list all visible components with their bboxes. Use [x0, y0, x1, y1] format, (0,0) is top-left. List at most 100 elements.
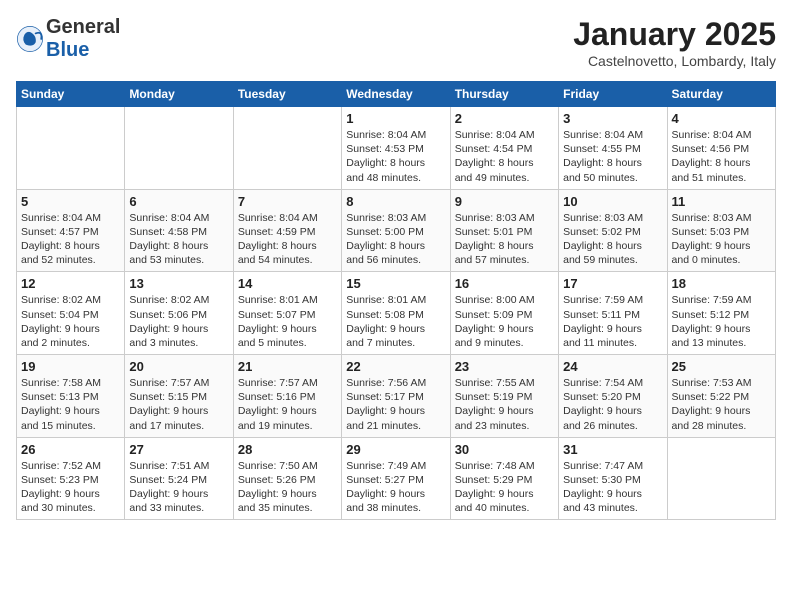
day-number: 14 — [238, 276, 337, 291]
day-number: 1 — [346, 111, 445, 126]
calendar-cell: 14 Sunrise: 8:01 AM Sunset: 5:07 PM Dayli… — [233, 272, 341, 355]
day-info: Sunrise: 7:52 AM Sunset: 5:23 PM Dayligh… — [21, 459, 120, 516]
calendar-cell — [233, 107, 341, 190]
day-info: Sunrise: 7:53 AM Sunset: 5:22 PM Dayligh… — [672, 376, 771, 433]
day-info: Sunrise: 7:55 AM Sunset: 5:19 PM Dayligh… — [455, 376, 554, 433]
day-number: 6 — [129, 194, 228, 209]
day-number: 5 — [21, 194, 120, 209]
day-info: Sunrise: 8:02 AM Sunset: 5:06 PM Dayligh… — [129, 293, 228, 350]
day-info: Sunrise: 8:03 AM Sunset: 5:02 PM Dayligh… — [563, 211, 662, 268]
day-info: Sunrise: 8:04 AM Sunset: 4:56 PM Dayligh… — [672, 128, 771, 185]
week-row-5: 26 Sunrise: 7:52 AM Sunset: 5:23 PM Dayli… — [17, 437, 776, 520]
weekday-header-row: SundayMondayTuesdayWednesdayThursdayFrid… — [17, 82, 776, 107]
day-info: Sunrise: 7:57 AM Sunset: 5:16 PM Dayligh… — [238, 376, 337, 433]
calendar-cell — [17, 107, 125, 190]
calendar-cell: 18 Sunrise: 7:59 AM Sunset: 5:12 PM Dayli… — [667, 272, 775, 355]
day-info: Sunrise: 8:04 AM Sunset: 4:54 PM Dayligh… — [455, 128, 554, 185]
day-info: Sunrise: 8:04 AM Sunset: 4:53 PM Dayligh… — [346, 128, 445, 185]
calendar-cell: 23 Sunrise: 7:55 AM Sunset: 5:19 PM Dayli… — [450, 355, 558, 438]
week-row-1: 1 Sunrise: 8:04 AM Sunset: 4:53 PM Daylig… — [17, 107, 776, 190]
logo-icon — [16, 25, 44, 53]
day-info: Sunrise: 8:03 AM Sunset: 5:03 PM Dayligh… — [672, 211, 771, 268]
calendar-cell: 25Sunrise: 7:53 AM Sunset: 5:22 PM Dayli… — [667, 355, 775, 438]
day-number: 7 — [238, 194, 337, 209]
week-row-3: 12 Sunrise: 8:02 AM Sunset: 5:04 PM Dayli… — [17, 272, 776, 355]
calendar-cell: 7Sunrise: 8:04 AM Sunset: 4:59 PM Daylig… — [233, 189, 341, 272]
day-info: Sunrise: 7:59 AM Sunset: 5:12 PM Dayligh… — [672, 293, 771, 350]
calendar-cell: 9 Sunrise: 8:03 AM Sunset: 5:01 PM Daylig… — [450, 189, 558, 272]
day-number: 12 — [21, 276, 120, 291]
day-number: 11 — [672, 194, 771, 209]
calendar-cell: 20Sunrise: 7:57 AM Sunset: 5:15 PM Dayli… — [125, 355, 233, 438]
day-info: Sunrise: 8:03 AM Sunset: 5:00 PM Dayligh… — [346, 211, 445, 268]
day-info: Sunrise: 8:04 AM Sunset: 4:58 PM Dayligh… — [129, 211, 228, 268]
day-number: 26 — [21, 442, 120, 457]
day-number: 24 — [563, 359, 662, 374]
calendar-table: SundayMondayTuesdayWednesdayThursdayFrid… — [16, 81, 776, 520]
day-number: 15 — [346, 276, 445, 291]
weekday-header-friday: Friday — [559, 82, 667, 107]
day-number: 18 — [672, 276, 771, 291]
day-number: 9 — [455, 194, 554, 209]
calendar-cell: 29Sunrise: 7:49 AM Sunset: 5:27 PM Dayli… — [342, 437, 450, 520]
weekday-header-wednesday: Wednesday — [342, 82, 450, 107]
day-info: Sunrise: 8:01 AM Sunset: 5:08 PM Dayligh… — [346, 293, 445, 350]
page-header: General Blue January 2025 Castelnovetto,… — [16, 16, 776, 69]
calendar-cell: 30Sunrise: 7:48 AM Sunset: 5:29 PM Dayli… — [450, 437, 558, 520]
day-info: Sunrise: 7:59 AM Sunset: 5:11 PM Dayligh… — [563, 293, 662, 350]
day-number: 28 — [238, 442, 337, 457]
day-info: Sunrise: 7:54 AM Sunset: 5:20 PM Dayligh… — [563, 376, 662, 433]
weekday-header-thursday: Thursday — [450, 82, 558, 107]
calendar-cell: 21Sunrise: 7:57 AM Sunset: 5:16 PM Dayli… — [233, 355, 341, 438]
logo-blue-text: Blue — [46, 39, 89, 61]
calendar-cell: 1 Sunrise: 8:04 AM Sunset: 4:53 PM Daylig… — [342, 107, 450, 190]
calendar-cell: 15 Sunrise: 8:01 AM Sunset: 5:08 PM Dayli… — [342, 272, 450, 355]
calendar-cell: 8 Sunrise: 8:03 AM Sunset: 5:00 PM Daylig… — [342, 189, 450, 272]
day-number: 8 — [346, 194, 445, 209]
calendar-cell: 27Sunrise: 7:51 AM Sunset: 5:24 PM Dayli… — [125, 437, 233, 520]
week-row-2: 5 Sunrise: 8:04 AM Sunset: 4:57 PM Daylig… — [17, 189, 776, 272]
day-info: Sunrise: 8:04 AM Sunset: 4:57 PM Dayligh… — [21, 211, 120, 268]
calendar-cell: 22 Sunrise: 7:56 AM Sunset: 5:17 PM Dayli… — [342, 355, 450, 438]
day-number: 22 — [346, 359, 445, 374]
calendar-cell: 11 Sunrise: 8:03 AM Sunset: 5:03 PM Dayli… — [667, 189, 775, 272]
weekday-header-saturday: Saturday — [667, 82, 775, 107]
day-info: Sunrise: 7:56 AM Sunset: 5:17 PM Dayligh… — [346, 376, 445, 433]
weekday-header-monday: Monday — [125, 82, 233, 107]
day-number: 3 — [563, 111, 662, 126]
calendar-cell: 16 Sunrise: 8:00 AM Sunset: 5:09 PM Dayli… — [450, 272, 558, 355]
calendar-cell: 28 Sunrise: 7:50 AM Sunset: 5:26 PM Dayli… — [233, 437, 341, 520]
weekday-header-tuesday: Tuesday — [233, 82, 341, 107]
calendar-cell: 12 Sunrise: 8:02 AM Sunset: 5:04 PM Dayli… — [17, 272, 125, 355]
calendar-cell: 3 Sunrise: 8:04 AM Sunset: 4:55 PM Daylig… — [559, 107, 667, 190]
day-number: 19 — [21, 359, 120, 374]
day-info: Sunrise: 7:47 AM Sunset: 5:30 PM Dayligh… — [563, 459, 662, 516]
day-number: 27 — [129, 442, 228, 457]
day-number: 23 — [455, 359, 554, 374]
day-info: Sunrise: 8:02 AM Sunset: 5:04 PM Dayligh… — [21, 293, 120, 350]
day-number: 30 — [455, 442, 554, 457]
calendar-cell: 31Sunrise: 7:47 AM Sunset: 5:30 PM Dayli… — [559, 437, 667, 520]
calendar-cell: 26 Sunrise: 7:52 AM Sunset: 5:23 PM Dayli… — [17, 437, 125, 520]
calendar-cell: 5 Sunrise: 8:04 AM Sunset: 4:57 PM Daylig… — [17, 189, 125, 272]
logo: General Blue — [16, 16, 120, 62]
day-number: 13 — [129, 276, 228, 291]
day-number: 16 — [455, 276, 554, 291]
logo-general-text: General — [46, 16, 120, 38]
calendar-cell: 6 Sunrise: 8:04 AM Sunset: 4:58 PM Daylig… — [125, 189, 233, 272]
calendar-title: January 2025 — [573, 16, 776, 53]
calendar-subtitle: Castelnovetto, Lombardy, Italy — [573, 53, 776, 69]
title-block: January 2025 Castelnovetto, Lombardy, It… — [573, 16, 776, 69]
day-info: Sunrise: 7:50 AM Sunset: 5:26 PM Dayligh… — [238, 459, 337, 516]
day-number: 10 — [563, 194, 662, 209]
day-info: Sunrise: 8:03 AM Sunset: 5:01 PM Dayligh… — [455, 211, 554, 268]
day-number: 29 — [346, 442, 445, 457]
calendar-cell — [125, 107, 233, 190]
day-info: Sunrise: 8:00 AM Sunset: 5:09 PM Dayligh… — [455, 293, 554, 350]
day-info: Sunrise: 8:01 AM Sunset: 5:07 PM Dayligh… — [238, 293, 337, 350]
calendar-cell — [667, 437, 775, 520]
day-number: 2 — [455, 111, 554, 126]
day-number: 4 — [672, 111, 771, 126]
day-info: Sunrise: 8:04 AM Sunset: 4:55 PM Dayligh… — [563, 128, 662, 185]
calendar-cell: 17Sunrise: 7:59 AM Sunset: 5:11 PM Dayli… — [559, 272, 667, 355]
